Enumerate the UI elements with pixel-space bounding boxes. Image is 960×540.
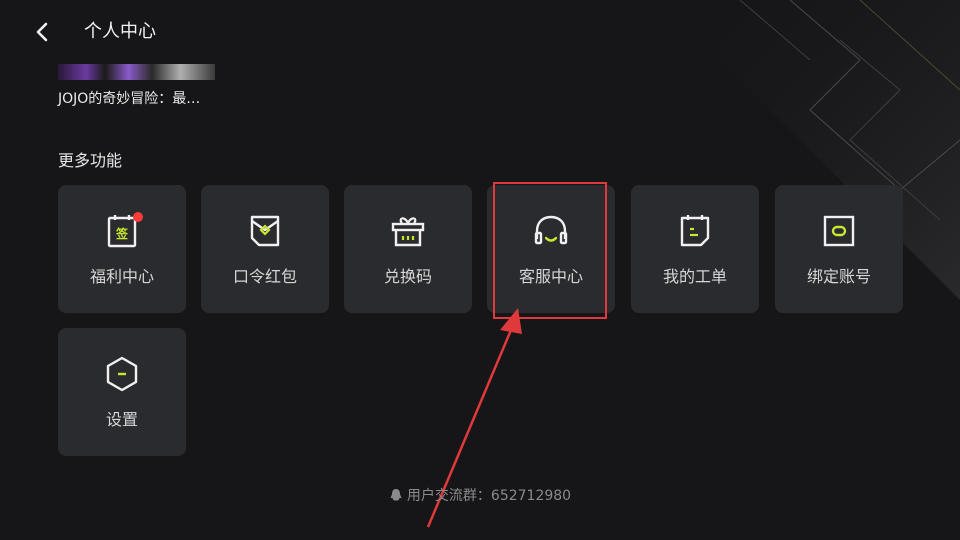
chevron-left-icon bbox=[36, 22, 48, 42]
notification-badge bbox=[133, 212, 143, 222]
tile-welfare-center[interactable]: 签 福利中心 bbox=[58, 185, 186, 313]
tile-label: 我的工单 bbox=[662, 267, 727, 286]
headset-icon bbox=[534, 215, 568, 245]
footer-text: 用户交流群：652712980 bbox=[406, 488, 572, 504]
tile-label: 设置 bbox=[105, 410, 138, 429]
tile-customer-service[interactable]: 客服中心 bbox=[487, 185, 615, 313]
qq-icon bbox=[390, 489, 402, 501]
red-envelope-icon bbox=[250, 215, 280, 247]
back-button[interactable] bbox=[28, 18, 56, 46]
header-bar: 个人中心 bbox=[0, 0, 960, 64]
gift-icon bbox=[391, 217, 425, 247]
tile-label: 福利中心 bbox=[89, 267, 154, 286]
video-thumbnail[interactable] bbox=[58, 64, 215, 80]
tile-password-red-envelope[interactable]: 口令红包 bbox=[201, 185, 329, 313]
tile-label: 兑换码 bbox=[383, 267, 432, 286]
tile-label: 绑定账号 bbox=[806, 267, 871, 286]
bind-account-icon bbox=[823, 215, 855, 247]
tile-settings[interactable]: 设置 bbox=[58, 328, 186, 456]
section-title-more-functions: 更多功能 bbox=[58, 151, 123, 170]
video-title[interactable]: JOJO的奇妙冒险：最… bbox=[58, 89, 200, 109]
page-title: 个人中心 bbox=[84, 21, 156, 42]
tile-bind-account[interactable]: 绑定账号 bbox=[775, 185, 903, 313]
svg-text:签: 签 bbox=[115, 226, 129, 241]
ticket-icon bbox=[680, 215, 710, 247]
settings-hexagon-icon bbox=[106, 356, 138, 392]
footer-group-info: 用户交流群：652712980 bbox=[0, 486, 960, 506]
tile-my-tickets[interactable]: 我的工单 bbox=[631, 185, 759, 313]
tile-label: 口令红包 bbox=[232, 267, 297, 286]
tile-redeem-code[interactable]: 兑换码 bbox=[344, 185, 472, 313]
tile-label: 客服中心 bbox=[518, 267, 583, 286]
